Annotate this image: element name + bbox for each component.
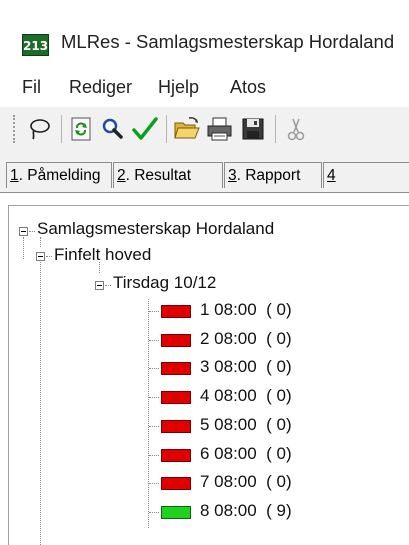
tree-node-heat[interactable]: 7 08:00 ( 0): [200, 472, 292, 492]
tree-node-event[interactable]: Finfelt hoved: [54, 245, 151, 265]
toolbar-separator: [61, 115, 62, 143]
checkmark-icon[interactable]: [130, 114, 160, 144]
menu-atos[interactable]: Atos: [230, 77, 266, 98]
tree-connector: [149, 340, 159, 341]
tree-connector: [29, 231, 35, 232]
tree-node-heat[interactable]: 5 08:00 ( 0): [200, 415, 292, 435]
tree-connector: [40, 262, 41, 545]
tree-node-heat[interactable]: 1 08:00 ( 0): [200, 300, 292, 320]
tree-node-heat[interactable]: 6 08:00 ( 0): [200, 444, 292, 464]
heat-status-icon: [161, 334, 191, 347]
collapse-icon[interactable]: [95, 281, 104, 290]
tree-connector: [149, 483, 159, 484]
tree-view[interactable]: Samlagsmesterskap Hordaland Finfelt hove…: [8, 205, 409, 545]
heat-status-icon: [161, 420, 191, 433]
window-title: MLRes - Samlagsmesterskap Hordaland: [61, 31, 395, 52]
tree-connector: [148, 299, 149, 528]
tree-node-day[interactable]: Tirsdag 10/12: [113, 273, 216, 293]
tree-connector: [99, 262, 100, 273]
heat-status-icon: [161, 506, 191, 519]
lasso-icon[interactable]: [24, 114, 54, 144]
heat-status-icon: [161, 362, 191, 375]
collapse-icon[interactable]: [36, 252, 45, 261]
tree-connector: [23, 237, 24, 259]
title-bar: 213 MLRes - Samlagsmesterskap Hordaland: [0, 0, 409, 62]
collapse-icon[interactable]: [19, 227, 28, 236]
toolbar: [0, 107, 409, 152]
refresh-icon[interactable]: [66, 114, 96, 144]
tree-connector: [40, 237, 41, 247]
tree-connector: [149, 397, 159, 398]
menu-hjelp[interactable]: Hjelp: [158, 77, 199, 98]
tree-connector: [149, 368, 159, 369]
heat-status-icon: [161, 477, 191, 490]
tab-4[interactable]: 4: [323, 162, 409, 188]
save-icon[interactable]: [238, 114, 268, 144]
toolbar-separator: [166, 115, 167, 143]
tab-resultat[interactable]: 2. Resultat: [113, 162, 223, 188]
toolbar-grip[interactable]: [13, 115, 18, 143]
tree-node-heat[interactable]: 4 08:00 ( 0): [200, 386, 292, 406]
tree-node-root[interactable]: Samlagsmesterskap Hordaland: [37, 219, 274, 239]
tab-rapport[interactable]: 3. Rapport: [224, 162, 322, 188]
app-icon: 213: [22, 34, 49, 56]
heat-status-icon: [161, 449, 191, 462]
open-folder-icon[interactable]: [172, 114, 202, 144]
cut-icon[interactable]: [281, 114, 311, 144]
menu-bar: Fil Rediger Hjelp Atos: [0, 77, 409, 107]
tree-connector: [105, 285, 111, 286]
menu-rediger[interactable]: Rediger: [69, 77, 132, 98]
tree-connector: [149, 426, 159, 427]
tree-connector: [149, 311, 159, 312]
toolbar-separator: [275, 115, 276, 143]
tree-node-heat[interactable]: 3 08:00 ( 0): [200, 357, 292, 377]
tab-divider: [0, 192, 409, 193]
tree-connector: [149, 512, 159, 513]
tree-node-heat[interactable]: 2 08:00 ( 0): [200, 329, 292, 349]
tree-connector: [46, 256, 52, 257]
tab-strip: 1. Påmelding 2. Resultat 3. Rapport 4: [0, 152, 409, 193]
print-icon[interactable]: [205, 114, 235, 144]
tree-connector: [149, 455, 159, 456]
tree-node-heat[interactable]: 8 08:00 ( 9): [200, 501, 292, 521]
heat-status-icon: [161, 305, 191, 318]
tab-pamelding[interactable]: 1. Påmelding: [6, 162, 112, 188]
heat-status-icon: [161, 391, 191, 404]
menu-fil[interactable]: Fil: [22, 77, 41, 98]
search-icon[interactable]: [98, 114, 128, 144]
